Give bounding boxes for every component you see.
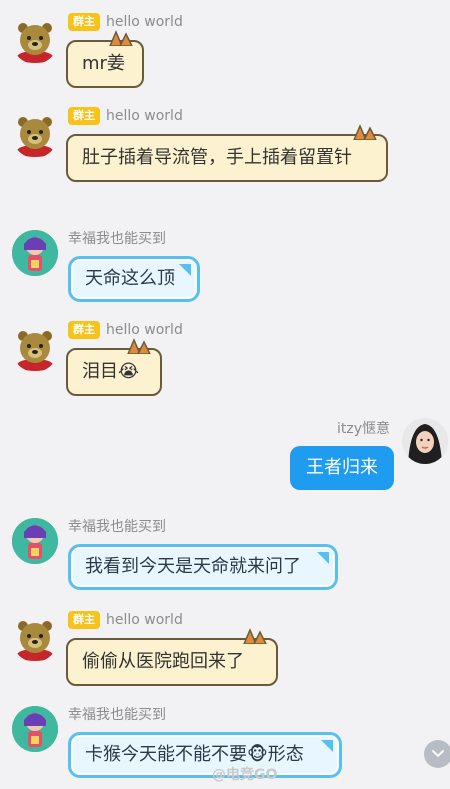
sender-name[interactable]: 幸福我也能买到	[68, 516, 166, 536]
cat-ear-icon	[353, 124, 377, 140]
owner-badge: 群主	[68, 107, 100, 125]
message-meta: 幸福我也能买到	[68, 228, 166, 248]
message-bubble[interactable]: 王者归来	[290, 446, 394, 490]
message-text: 泪目😭	[82, 361, 140, 382]
cat-ear-icon	[243, 628, 267, 644]
message-bubble[interactable]: 泪目😭	[66, 338, 162, 396]
message-text: 肚子插着导流管，手上插着留置针	[82, 147, 352, 168]
sender-name[interactable]: hello world	[106, 322, 183, 338]
message-meta: 群主 hello world	[68, 610, 183, 630]
cat-ear-icon	[127, 338, 151, 354]
message-meta: 群主 hello world	[68, 106, 183, 126]
owner-badge: 群主	[68, 321, 100, 339]
message-text: 王者归来	[306, 457, 378, 478]
bear-avatar-icon	[17, 23, 53, 63]
avatar[interactable]	[12, 112, 58, 158]
bubble-corner-icon	[179, 264, 191, 276]
girl-avatar-icon	[12, 518, 58, 564]
avatar[interactable]	[402, 418, 448, 464]
avatar[interactable]	[12, 18, 58, 64]
portrait-avatar-icon	[402, 418, 448, 464]
girl-avatar-icon	[12, 230, 58, 276]
message-text: 天命这么顶	[85, 268, 175, 289]
message-meta: 幸福我也能买到	[68, 516, 166, 536]
message-text: 我看到今天是天命就来问了	[85, 556, 301, 577]
message-bubble[interactable]: 天命这么顶	[68, 256, 200, 302]
avatar[interactable]	[12, 230, 58, 276]
message-bubble[interactable]: 偷偷从医院跑回来了	[66, 628, 278, 686]
message-meta: 群主 hello world	[68, 12, 183, 32]
cat-ear-icon	[109, 30, 133, 46]
owner-badge: 群主	[68, 611, 100, 629]
avatar[interactable]	[12, 326, 58, 372]
bubble-corner-icon	[321, 740, 333, 752]
owner-badge: 群主	[68, 13, 100, 31]
message-text: 偷偷从医院跑回来了	[82, 651, 244, 672]
bear-avatar-icon	[17, 331, 53, 371]
sender-name[interactable]: hello world	[106, 14, 183, 30]
message-text: 卡猴今天能不能不要🐵形态	[85, 744, 304, 765]
sender-name[interactable]: hello world	[106, 108, 183, 124]
message-meta: 幸福我也能买到	[68, 704, 166, 724]
girl-avatar-icon	[12, 706, 58, 752]
watermark: @电竞GO	[212, 767, 278, 783]
message-text: mr姜	[82, 53, 125, 74]
chevron-down-icon	[432, 750, 444, 758]
avatar[interactable]	[12, 706, 58, 752]
bear-avatar-icon	[17, 621, 53, 661]
message-bubble[interactable]: 我看到今天是天命就来问了	[68, 544, 338, 590]
avatar[interactable]	[12, 616, 58, 662]
message-bubble[interactable]: 肚子插着导流管，手上插着留置针	[66, 124, 388, 182]
message-bubble[interactable]: mr姜	[66, 30, 144, 88]
sender-name[interactable]: itzy惬意	[337, 418, 390, 438]
avatar[interactable]	[12, 518, 58, 564]
sender-name[interactable]: 幸福我也能买到	[68, 704, 166, 724]
sender-name[interactable]: 幸福我也能买到	[68, 228, 166, 248]
bubble-corner-icon	[317, 552, 329, 564]
message-bubble[interactable]: 卡猴今天能不能不要🐵形态	[68, 732, 342, 778]
scroll-to-bottom-button[interactable]	[424, 740, 450, 768]
sender-name[interactable]: hello world	[106, 612, 183, 628]
bear-avatar-icon	[17, 117, 53, 157]
message-meta: 群主 hello world	[68, 320, 183, 340]
